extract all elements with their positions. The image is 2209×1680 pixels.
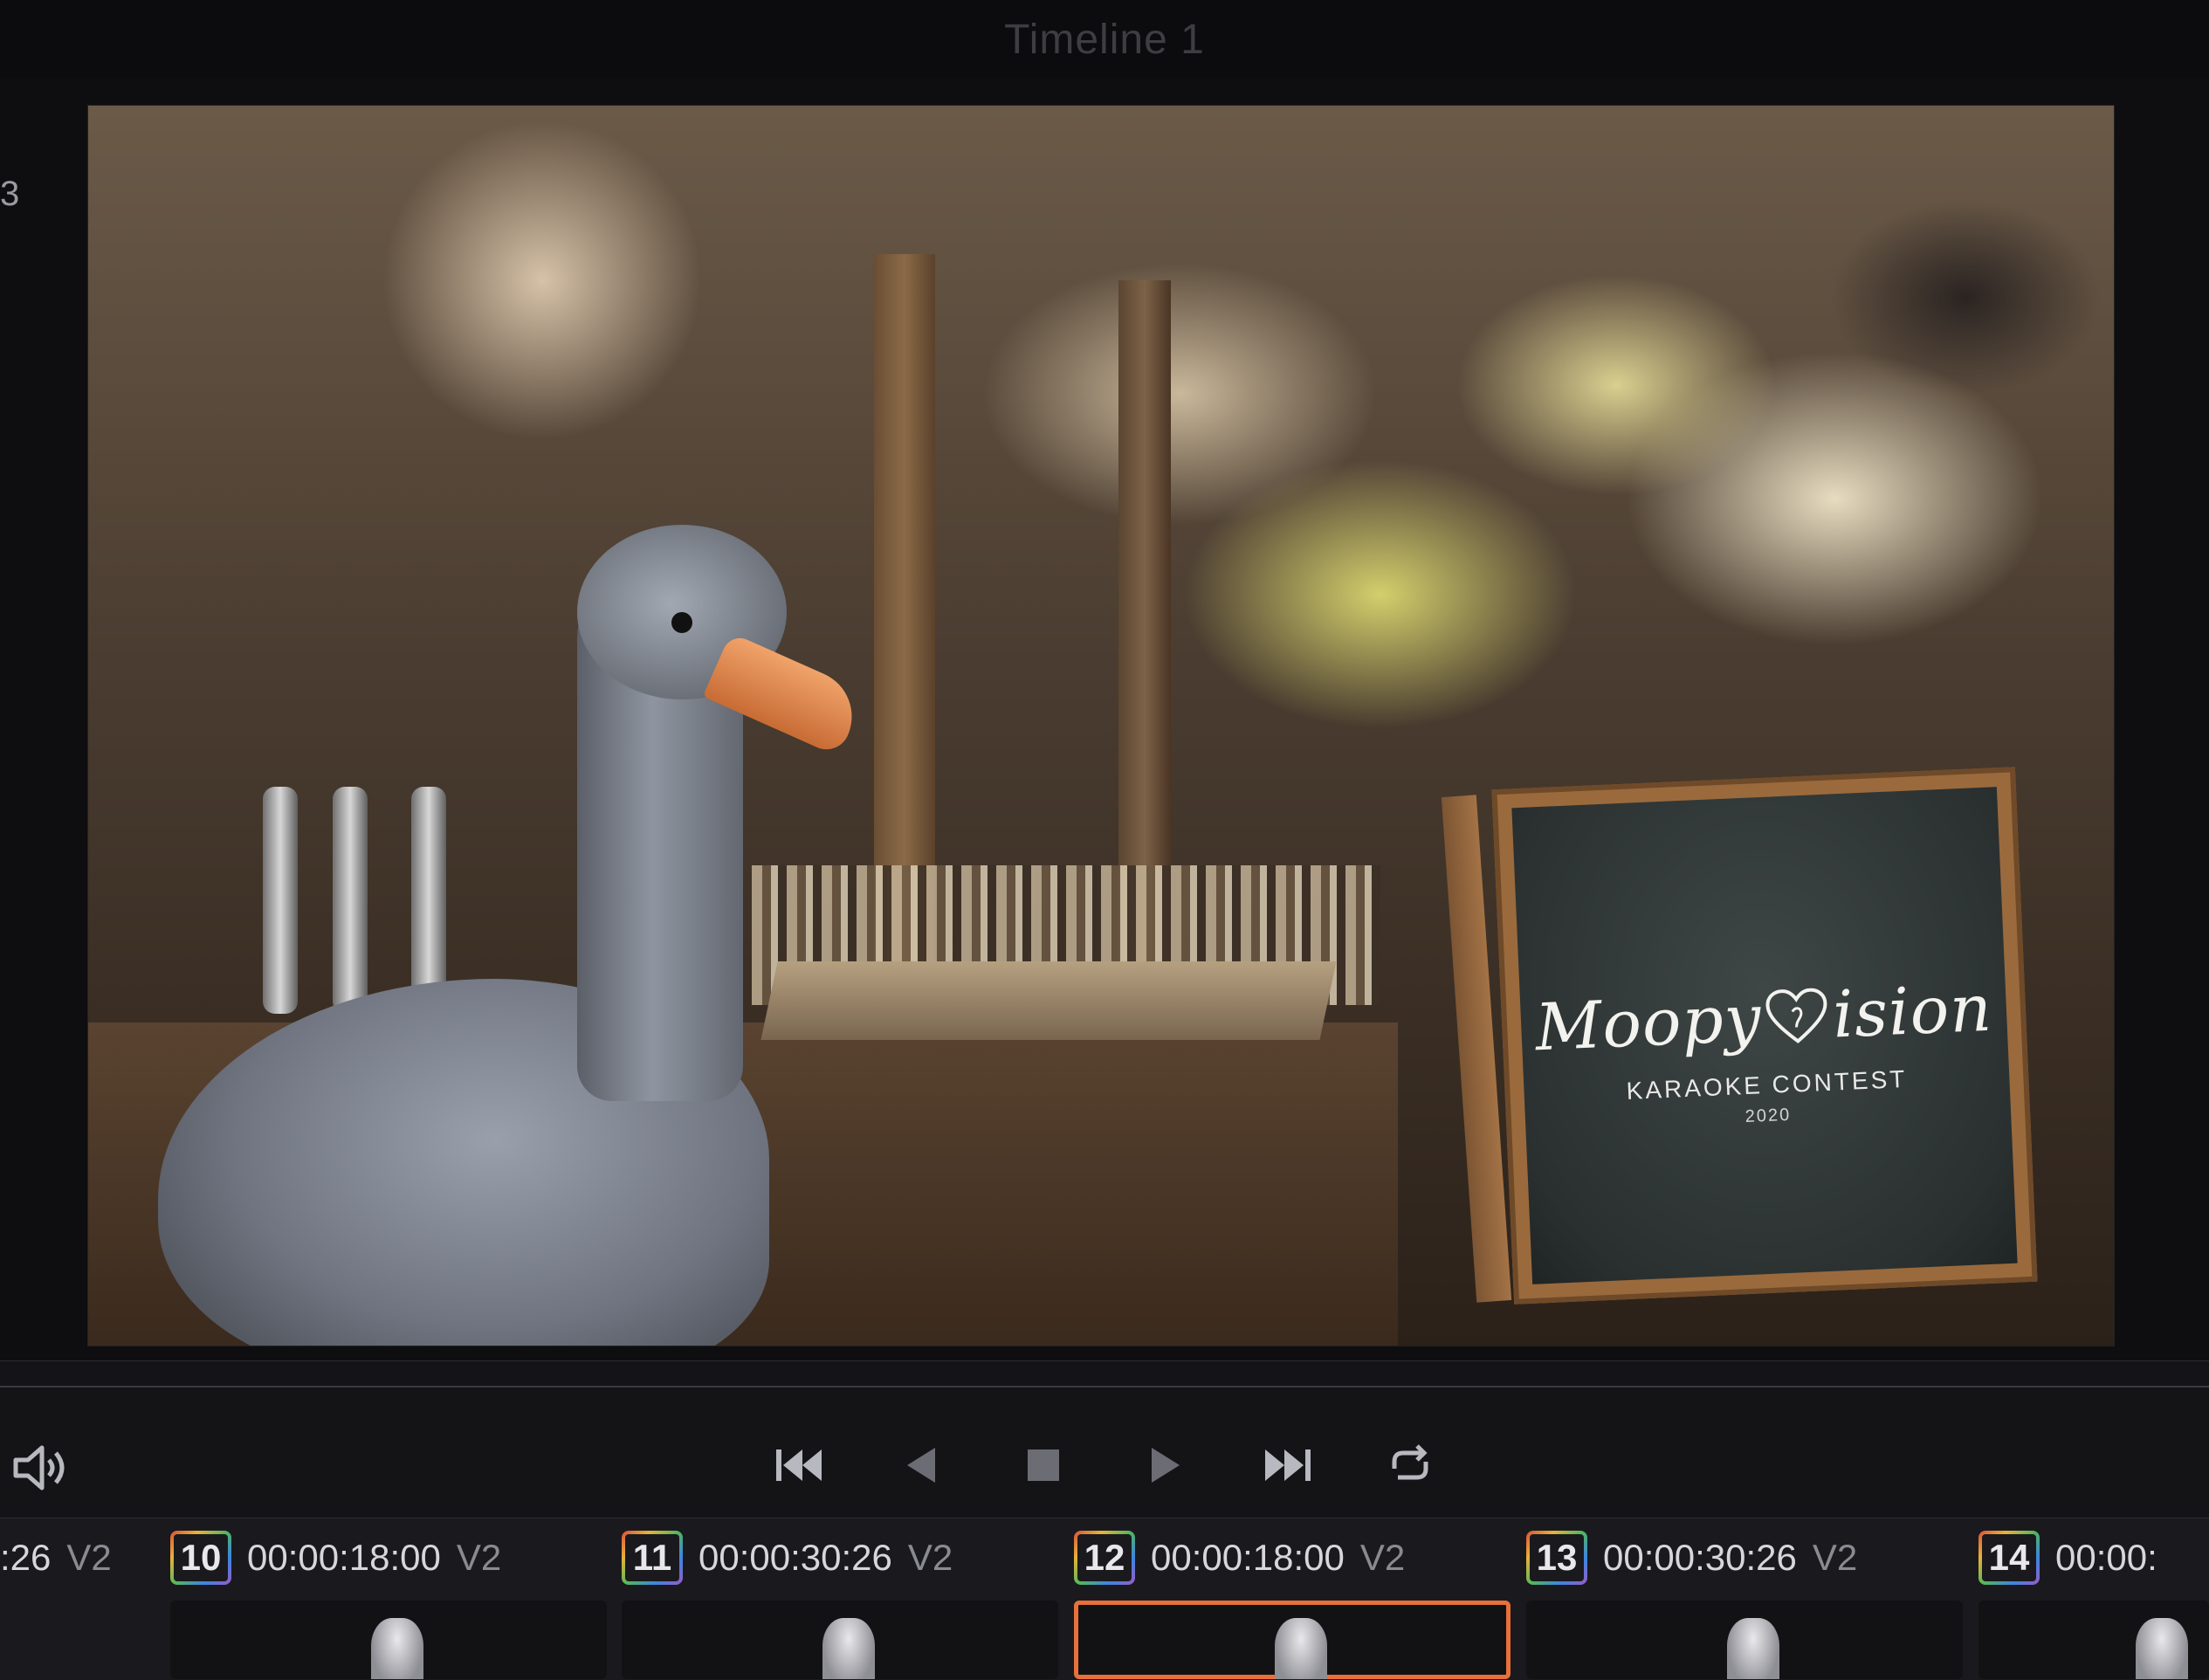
clip-track: V2	[456, 1537, 502, 1578]
clip-header: 13 00:00:30:26 V2	[1526, 1527, 1980, 1588]
clip-thumbnail	[170, 1601, 607, 1679]
moopyvision-logo: Moopy ision	[1534, 970, 1994, 1065]
clip-12[interactable]: 12 00:00:18:00 V2	[1074, 1527, 1528, 1680]
clip-number-badge: 13	[1526, 1531, 1587, 1585]
clip-timecode: 00:00:18:00	[247, 1537, 441, 1578]
scrubber-track	[0, 1386, 2209, 1387]
stop-icon	[1028, 1449, 1059, 1481]
goose-thumbnail-image	[822, 1618, 875, 1679]
logo-prefix: Moopy	[1533, 980, 1764, 1065]
clip-timecode: :26	[0, 1537, 52, 1578]
loop-button[interactable]	[1375, 1430, 1445, 1500]
skip-to-start-button[interactable]	[764, 1430, 834, 1500]
video-viewer[interactable]: Moopy ision KARAOKE CONTEST 2020	[87, 105, 2115, 1346]
scene-counter-top	[760, 961, 1337, 1040]
clip-thumbnail	[1978, 1601, 2209, 1679]
clip-timecode: 00:00:30:26	[1603, 1537, 1797, 1578]
beer-tap	[263, 787, 298, 1014]
clip-partial[interactable]: :26 V2	[0, 1527, 112, 1588]
clip-header: 14 00:00:	[1978, 1527, 2209, 1588]
chalkboard-sign: Moopy ision KARAOKE CONTEST 2020	[1491, 767, 2038, 1305]
clip-number-badge: 14	[1978, 1531, 2040, 1585]
goose-thumbnail-image	[1275, 1618, 1327, 1679]
clip-11[interactable]: 11 00:00:30:26 V2	[622, 1527, 1076, 1680]
board-year: 2020	[1744, 1105, 1792, 1126]
clip-track: V2	[66, 1537, 112, 1578]
scene-beam	[874, 254, 935, 970]
chalkboard-surface: Moopy ision KARAOKE CONTEST 2020	[1511, 787, 2018, 1284]
beer-tap	[411, 787, 446, 1014]
clip-header: 12 00:00:18:00 V2	[1074, 1527, 1528, 1588]
clip-track: V2	[1812, 1537, 1858, 1578]
loop-icon	[1392, 1444, 1428, 1480]
timeline-scrubber[interactable]	[0, 1360, 2209, 1415]
stop-button[interactable]	[1008, 1430, 1078, 1500]
playback-controls	[764, 1430, 1445, 1500]
play-icon	[1152, 1448, 1180, 1483]
board-subtitle: KARAOKE CONTEST	[1625, 1064, 1908, 1105]
skip-to-end-button[interactable]	[1253, 1430, 1323, 1500]
goose-eye	[671, 612, 692, 633]
play-button[interactable]	[1131, 1430, 1201, 1500]
clip-number-badge: 10	[170, 1531, 231, 1585]
speaker-icon[interactable]	[9, 1437, 70, 1498]
clip-timecode: 00:00:18:00	[1151, 1537, 1345, 1578]
side-marker: 3	[0, 175, 20, 213]
clip-13[interactable]: 13 00:00:30:26 V2	[1526, 1527, 1980, 1680]
clip-thumbnail	[1074, 1601, 1511, 1679]
play-reverse-icon	[907, 1448, 935, 1483]
title-bar: Timeline 1	[0, 0, 2209, 79]
goose-thumbnail-image	[2136, 1618, 2188, 1679]
transport-bar	[0, 1413, 2209, 1518]
beer-tap	[333, 787, 368, 1014]
clip-timecode: 00:00:	[2055, 1537, 2157, 1578]
clip-number-badge: 11	[622, 1531, 683, 1585]
viewer-frame-image: Moopy ision KARAOKE CONTEST 2020	[88, 106, 2114, 1346]
play-reverse-button[interactable]	[886, 1430, 956, 1500]
heart-icon	[1765, 988, 1827, 1043]
timeline-title: Timeline 1	[1004, 16, 1205, 63]
resolve-app: Timeline 1 3 Moopy ision KARAOKE CONTEST…	[0, 0, 2209, 1680]
skip-start-icon	[776, 1449, 822, 1481]
clip-track: V2	[907, 1537, 953, 1578]
clip-track: V2	[1359, 1537, 1406, 1578]
clip-header: 11 00:00:30:26 V2	[622, 1527, 1076, 1588]
skip-end-icon	[1265, 1449, 1311, 1481]
clip-thumbnail	[1526, 1601, 1963, 1679]
clip-timecode: 00:00:30:26	[698, 1537, 892, 1578]
clip-14[interactable]: 14 00:00:	[1978, 1527, 2209, 1680]
clip-number-badge: 12	[1074, 1531, 1135, 1585]
clip-thumbnail-strip: :26 V2 10 00:00:18:00 V2 11 00:00:30:26 …	[0, 1518, 2209, 1680]
clip-10[interactable]: 10 00:00:18:00 V2	[170, 1527, 624, 1680]
clip-header: 10 00:00:18:00 V2	[170, 1527, 624, 1588]
goose-thumbnail-image	[371, 1618, 423, 1679]
clip-thumbnail	[622, 1601, 1058, 1679]
logo-suffix: ision	[1831, 970, 1994, 1053]
goose-thumbnail-image	[1727, 1618, 1779, 1679]
